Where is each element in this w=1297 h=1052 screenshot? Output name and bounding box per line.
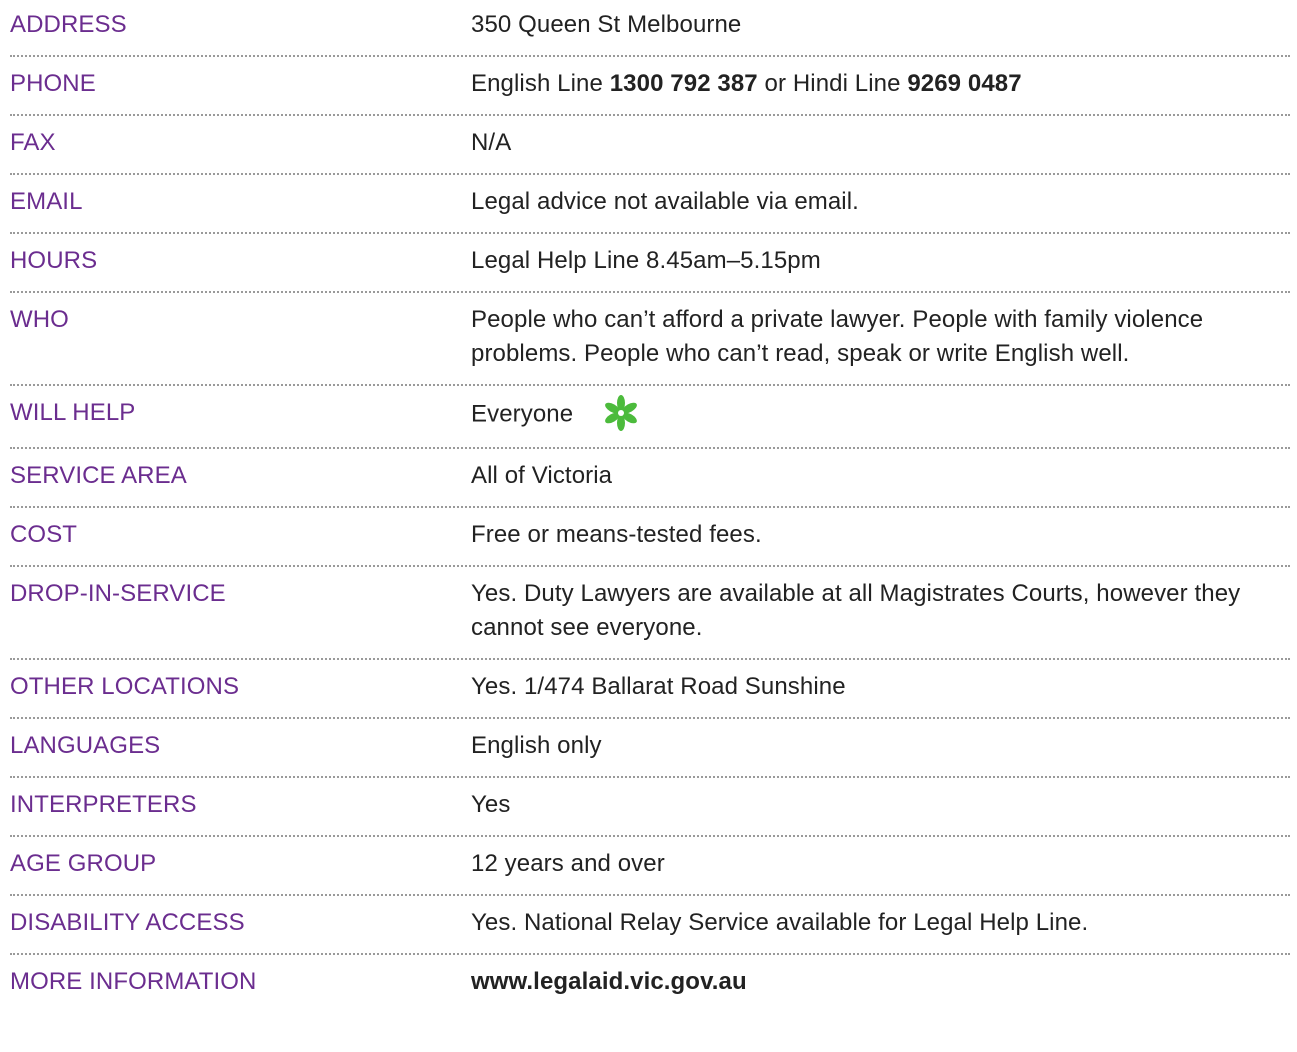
value-interpreters: Yes — [471, 791, 511, 818]
label-hours: HOURS — [10, 247, 98, 274]
row-will-help: WILL HELP Everyone — [10, 386, 1290, 449]
label-phone: PHONE — [10, 70, 96, 97]
row-languages: LANGUAGES English only — [10, 719, 1290, 778]
value-will-help: Everyone — [471, 394, 1290, 434]
phone-hindi-number[interactable]: 9269 0487 — [907, 70, 1021, 97]
row-interpreters: INTERPRETERS Yes — [10, 778, 1290, 837]
label-will-help: WILL HELP — [10, 399, 136, 426]
row-service-area: SERVICE AREA All of Victoria — [10, 449, 1290, 508]
label-age-group: AGE GROUP — [10, 850, 157, 877]
value-other-locations: Yes. 1/474 Ballarat Road Sunshine — [471, 673, 846, 700]
row-age-group: AGE GROUP 12 years and over — [10, 837, 1290, 896]
label-languages: LANGUAGES — [10, 732, 161, 759]
row-address: ADDRESS 350 Queen St Melbourne — [10, 0, 1290, 57]
label-more-information: MORE INFORMATION — [10, 968, 257, 995]
label-interpreters: INTERPRETERS — [10, 791, 197, 818]
row-fax: FAX N/A — [10, 116, 1290, 175]
value-cost: Free or means-tested fees. — [471, 521, 762, 548]
value-disability-access: Yes. National Relay Service available fo… — [471, 909, 1089, 936]
row-disability-access: DISABILITY ACCESS Yes. National Relay Se… — [10, 896, 1290, 955]
row-cost: COST Free or means-tested fees. — [10, 508, 1290, 567]
phone-english-number[interactable]: 1300 792 387 — [610, 70, 758, 97]
row-other-locations: OTHER LOCATIONS Yes. 1/474 Ballarat Road… — [10, 660, 1290, 719]
label-cost: COST — [10, 521, 78, 548]
row-who: WHO People who can’t afford a private la… — [10, 293, 1290, 386]
row-email: EMAIL Legal advice not available via ema… — [10, 175, 1290, 234]
value-address: 350 Queen St Melbourne — [471, 11, 742, 38]
phone-hindi-text: or Hindi Line — [757, 70, 908, 97]
label-who: WHO — [10, 306, 69, 333]
phone-english-text: English Line — [471, 70, 610, 97]
value-who: People who can’t afford a private lawyer… — [471, 306, 1204, 367]
row-more-information: MORE INFORMATION www.legalaid.vic.gov.au — [10, 955, 1290, 1012]
row-hours: HOURS Legal Help Line 8.45am–5.15pm — [10, 234, 1290, 293]
value-drop-in-service: Yes. Duty Lawyers are available at all M… — [471, 580, 1241, 641]
label-disability-access: DISABILITY ACCESS — [10, 909, 245, 936]
label-service-area: SERVICE AREA — [10, 462, 187, 489]
will-help-text: Everyone — [471, 400, 574, 428]
value-languages: English only — [471, 732, 602, 759]
label-drop-in-service: DROP-IN-SERVICE — [10, 580, 226, 607]
value-hours: Legal Help Line 8.45am–5.15pm — [471, 247, 821, 274]
label-other-locations: OTHER LOCATIONS — [10, 673, 240, 700]
value-age-group: 12 years and over — [471, 850, 665, 877]
label-email: EMAIL — [10, 188, 83, 215]
row-phone: PHONE English Line 1300 792 387 or Hindi… — [10, 57, 1290, 116]
value-service-area: All of Victoria — [471, 462, 613, 489]
label-address: ADDRESS — [10, 11, 127, 38]
value-fax: N/A — [471, 129, 512, 156]
value-phone: English Line 1300 792 387 or Hindi Line … — [471, 67, 1290, 101]
service-info-table: ADDRESS 350 Queen St Melbourne PHONE Eng… — [10, 0, 1290, 1012]
green-asterisk-icon — [602, 394, 640, 432]
value-email: Legal advice not available via email. — [471, 188, 859, 215]
label-fax: FAX — [10, 129, 56, 156]
website-link[interactable]: www.legalaid.vic.gov.au — [471, 965, 1290, 999]
row-drop-in-service: DROP-IN-SERVICE Yes. Duty Lawyers are av… — [10, 567, 1290, 660]
